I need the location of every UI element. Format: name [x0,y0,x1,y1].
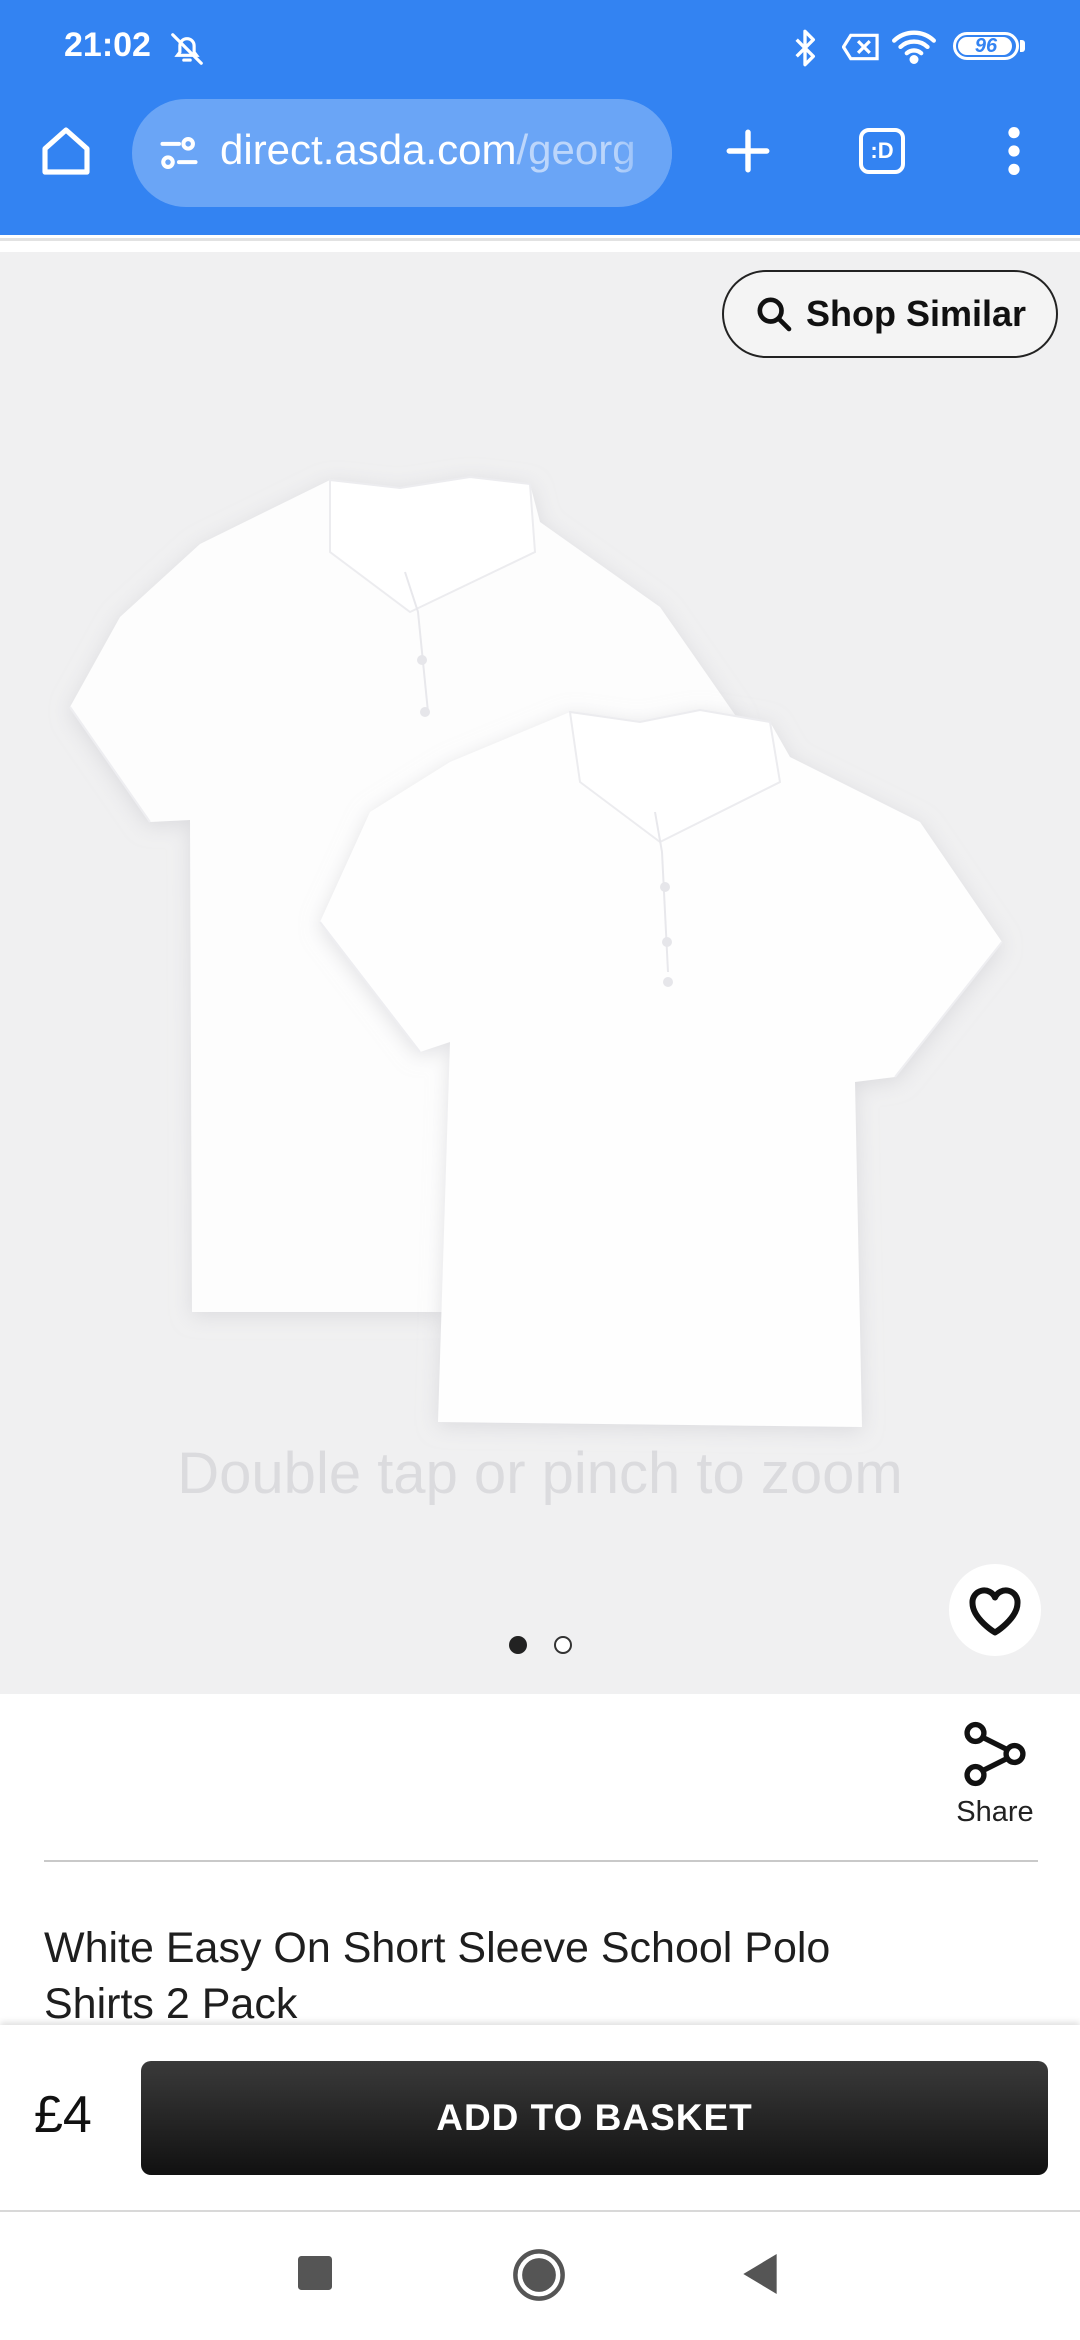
share-icon [964,1721,1026,1787]
alarm-off-icon [168,30,206,73]
url-text[interactable]: direct.asda.com/georg [220,126,636,174]
system-nav-bar [0,2212,1080,2340]
heart-icon [969,1587,1021,1636]
battery-icon: 96 [953,32,1019,60]
url-host: direct.asda.com [220,126,517,173]
product-image-gallery[interactable]: Shop Similar Double tap or pinch to zoom [0,252,1080,1694]
wifi-icon [892,28,936,69]
share-button[interactable]: Share [940,1718,1050,1838]
buy-bar: £4 ADD TO BASKET [0,2025,1080,2212]
tab-switcher-icon[interactable]: :D [846,115,918,187]
url-fade [612,99,672,207]
carousel-dot-2[interactable] [554,1636,572,1654]
product-price: £4 [34,2086,92,2144]
share-label: Share [956,1796,1034,1828]
browser-chrome: 21:02 96 direct.asda.com/georg:D [0,0,1080,235]
address-bar[interactable]: direct.asda.com/georg [132,99,672,207]
battery-level: 96 [974,34,998,57]
status-bar: 21:02 96 [0,0,1080,95]
browser-toolbar: direct.asda.com/georg :D [0,95,1080,210]
site-settings-icon[interactable] [152,126,206,180]
home-circle-icon[interactable] [512,2248,566,2307]
shop-similar-button[interactable]: Shop Similar [722,270,1058,358]
page-divider [0,238,1080,241]
zoom-hint: Double tap or pinch to zoom [177,1441,903,1506]
shop-similar-label: Shop Similar [805,293,1027,334]
wishlist-button[interactable] [949,1564,1041,1656]
recents-square-icon[interactable] [298,2256,332,2295]
new-tab-icon[interactable] [712,115,784,187]
carousel-dot-1[interactable] [509,1636,527,1654]
more-vert-icon[interactable] [978,115,1050,187]
battery-tip [1020,40,1025,52]
search-icon [757,297,792,332]
tab-switcher-label: :D [859,128,905,174]
add-to-basket-button[interactable]: ADD TO BASKET [141,2061,1048,2175]
back-triangle-icon[interactable] [742,2254,778,2299]
product-title: White Easy On Short Sleeve School Polo S… [44,1924,831,2028]
home-icon[interactable] [30,115,102,187]
sim-disabled-icon [841,32,880,67]
section-divider [44,1860,1038,1862]
status-time: 21:02 [64,26,151,64]
bluetooth-icon [790,28,820,73]
